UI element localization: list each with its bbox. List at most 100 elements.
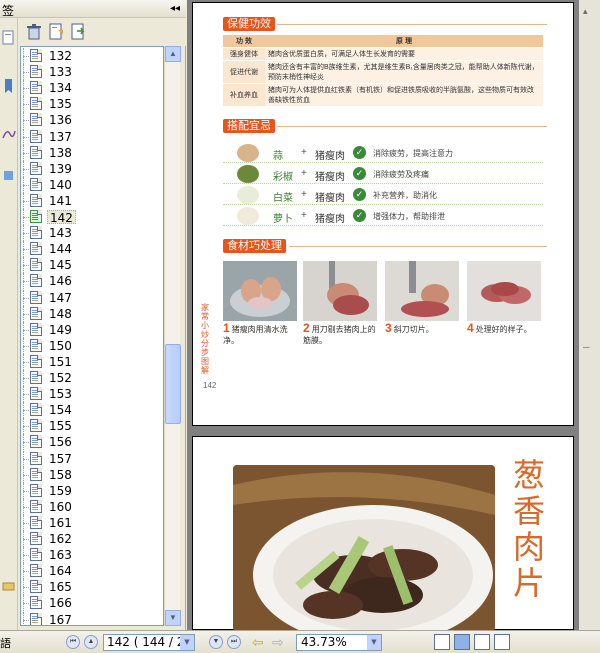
bookmark-item[interactable]: 146 <box>21 273 161 290</box>
document-scrollbar[interactable]: ▴ ─ <box>579 0 600 630</box>
table-cell: 补血养血 <box>223 83 265 107</box>
bookmark-page-icon <box>30 387 42 401</box>
continuous-facing-view-icon[interactable] <box>494 634 510 650</box>
bookmark-label: 140 <box>49 177 72 192</box>
bookmark-label: 147 <box>49 290 72 305</box>
first-page-button[interactable]: ⏮ <box>66 635 80 649</box>
bookmark-item[interactable]: 150 <box>21 337 161 354</box>
new-bookmark-icon[interactable] <box>46 22 66 42</box>
tree-line <box>23 619 29 621</box>
bookmark-item[interactable]: 148 <box>21 305 161 322</box>
bookmark-item[interactable]: 156 <box>21 434 161 451</box>
next-page-button[interactable]: ▼ <box>209 635 223 649</box>
bookmark-page-icon <box>30 499 42 513</box>
bookmark-item[interactable]: 157 <box>21 450 161 467</box>
bookmark-item[interactable]: 134 <box>21 80 161 97</box>
bookmark-page-icon <box>30 306 42 320</box>
bookmark-item[interactable]: 138 <box>21 144 161 161</box>
bookmark-item[interactable]: 154 <box>21 402 161 419</box>
bookmark-item[interactable]: 147 <box>21 289 161 306</box>
bookmark-item[interactable]: 163 <box>21 547 161 564</box>
bookmark-page-icon <box>30 580 42 594</box>
attachments-tab-icon[interactable] <box>1 578 16 594</box>
forward-arrow-icon[interactable]: ⇨ <box>272 634 284 651</box>
bookmark-item[interactable]: 149 <box>21 321 161 338</box>
bookmark-item[interactable]: 167 <box>21 611 161 625</box>
recipe-title: 葱香肉片 <box>513 456 546 602</box>
bookmark-item[interactable]: 132 <box>21 48 161 64</box>
bookmark-label: 160 <box>49 499 72 514</box>
chevron-down-icon[interactable]: ▼ <box>180 635 194 650</box>
bookmark-item[interactable]: 164 <box>21 563 161 580</box>
bookmark-label: 143 <box>49 226 72 241</box>
bookmark-item[interactable]: 155 <box>21 418 161 435</box>
previous-page-button[interactable]: ▲ <box>84 635 98 649</box>
bookmark-item[interactable]: 140 <box>21 176 161 193</box>
bookmarks-scrollbar[interactable]: ▲ ▼ <box>164 46 181 626</box>
ingredient-thumbnail <box>237 207 259 225</box>
bookmark-label: 139 <box>49 161 72 176</box>
back-arrow-icon[interactable]: ⇦ <box>252 634 264 651</box>
zoom-select[interactable]: 43.73% ▼ <box>296 634 382 651</box>
bookmark-item[interactable]: 133 <box>21 64 161 81</box>
tree-line <box>23 426 29 428</box>
plus-sign: + <box>301 189 307 200</box>
section-divider <box>277 24 547 25</box>
bookmark-item[interactable]: 166 <box>21 595 161 612</box>
single-page-view-icon[interactable] <box>434 634 450 650</box>
bookmark-item[interactable]: 145 <box>21 257 161 274</box>
bookmark-label: 161 <box>49 515 72 530</box>
bookmark-item[interactable]: 141 <box>21 192 161 209</box>
facing-view-icon[interactable] <box>474 634 490 650</box>
check-icon: ✓ <box>353 167 366 180</box>
bookmark-item[interactable]: 139 <box>21 160 161 177</box>
bookmark-page-icon <box>30 596 42 610</box>
table-cell: 猪肉还含有丰富的B族维生素，尤其是维生素B₁含量居肉类之冠，能帮助人体新陈代谢，… <box>265 60 543 84</box>
bookmark-item[interactable]: 160 <box>21 498 161 515</box>
bookmark-item[interactable]: 137 <box>21 128 161 145</box>
prep-step: 3 斜刀切片。 <box>385 322 459 335</box>
bookmarks-toolbar <box>18 18 186 46</box>
collapse-panel-button[interactable]: ◂◂ <box>170 3 180 14</box>
bookmark-page-icon <box>30 419 42 433</box>
tree-line <box>23 217 29 218</box>
bookmark-item[interactable]: 162 <box>21 531 161 547</box>
bookmark-item[interactable]: 153 <box>21 386 161 403</box>
scroll-up-arrow[interactable]: ▲ <box>165 46 181 62</box>
status-label: 語 <box>0 637 11 650</box>
bookmark-item[interactable]: 135 <box>21 96 161 113</box>
bookmark-item[interactable]: 159 <box>21 482 161 499</box>
bookmark-page-icon <box>30 435 42 449</box>
bookmark-page-icon <box>30 483 42 497</box>
layers-tab-icon[interactable] <box>1 168 16 184</box>
bookmark-label: 136 <box>49 113 72 128</box>
bookmark-item[interactable]: 165 <box>21 579 161 596</box>
scroll-down-arrow[interactable]: ▼ <box>165 610 181 626</box>
bookmarks-tab-icon[interactable] <box>1 78 16 94</box>
bookmark-item[interactable]: 143 <box>21 225 161 242</box>
section-heading-health: 保健功效 <box>223 17 275 31</box>
bookmark-page-icon <box>30 145 42 159</box>
bookmark-item[interactable]: 136 <box>21 112 161 129</box>
bookmark-page-icon <box>30 177 42 191</box>
bookmark-page-icon <box>30 81 42 95</box>
signatures-tab-icon[interactable] <box>1 126 16 142</box>
bookmark-item[interactable]: 152 <box>21 370 161 386</box>
continuous-view-icon[interactable] <box>454 634 470 650</box>
pages-tab-icon[interactable] <box>1 30 16 46</box>
page-number-input[interactable]: 142 ( 144 / 25 ▼ <box>103 634 195 651</box>
bookmark-item[interactable]: 142 <box>21 209 161 225</box>
chevron-down-icon[interactable]: ▼ <box>367 635 381 650</box>
step-3-photo <box>385 261 459 321</box>
bookmark-item[interactable]: 158 <box>21 466 161 483</box>
bookmark-item[interactable]: 144 <box>21 241 161 258</box>
scrollbar-thumb[interactable] <box>165 344 181 424</box>
tree-line <box>23 361 29 363</box>
last-page-button[interactable]: ⏭ <box>227 635 241 649</box>
document-view[interactable]: 保健功效 功 效原 理 强身健体 猪肉含优质蛋白质，可满足人体生长发育的需要 促进… <box>187 0 600 630</box>
go-to-bookmark-icon[interactable] <box>68 22 88 42</box>
bookmark-item[interactable]: 151 <box>21 353 161 370</box>
bookmark-item[interactable]: 161 <box>21 514 161 531</box>
bookmark-label: 150 <box>49 338 72 353</box>
trash-icon[interactable] <box>24 22 44 42</box>
